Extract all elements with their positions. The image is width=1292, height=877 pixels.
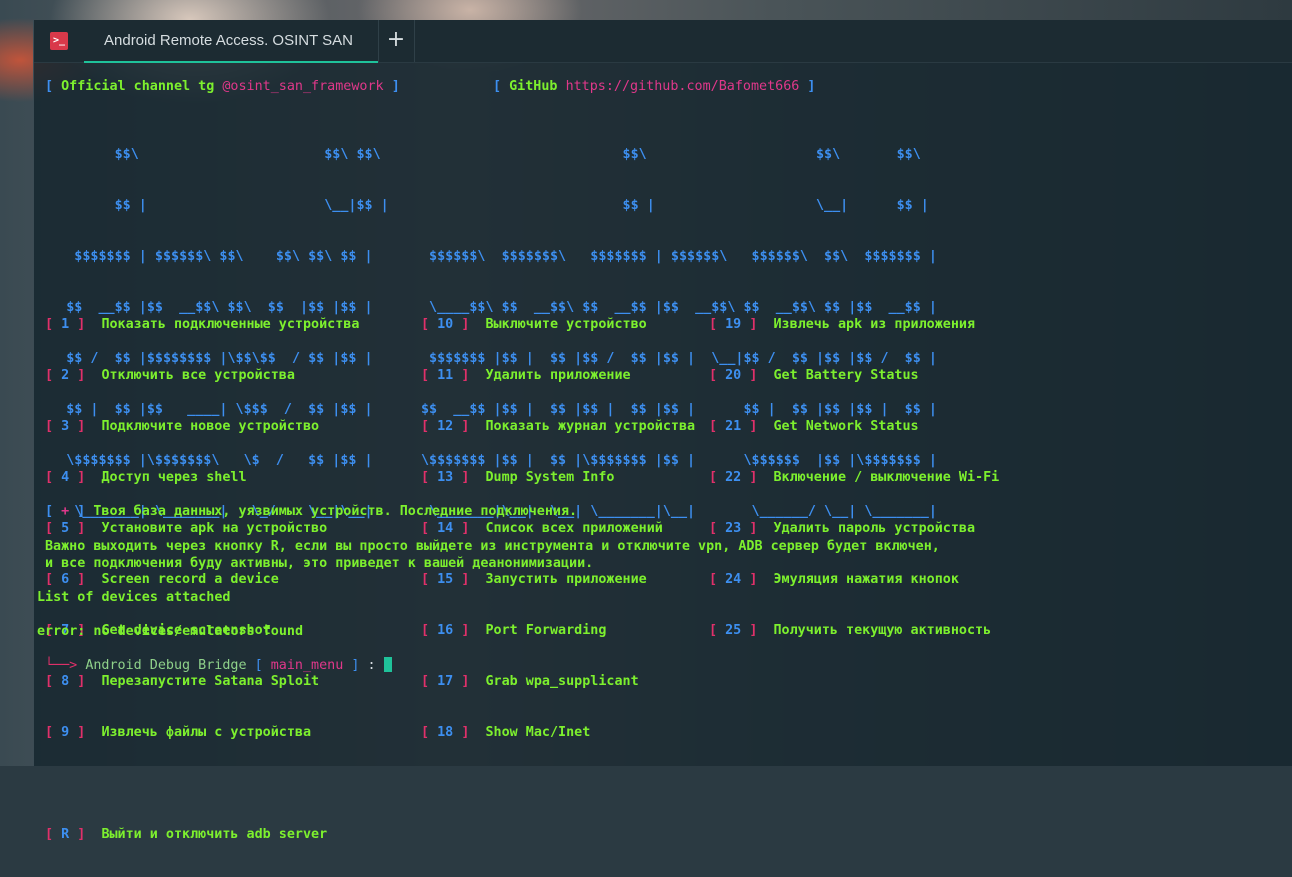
- bracket: ]: [391, 79, 400, 94]
- menu-item: [ 3 ] Подключите новое устройство: [45, 419, 320, 434]
- terminal-output[interactable]: [ Official channel tg @osint_san_framewo…: [34, 62, 1292, 842]
- shell-prompt[interactable]: └──> Android Debug Bridge [ main_menu ] …: [45, 657, 392, 674]
- terminal-app-icon[interactable]: >_: [50, 32, 68, 50]
- database-line: [ + ] Твоя база данных, уязвимых устройс…: [45, 504, 578, 519]
- plus-marker: +: [61, 504, 70, 519]
- menu-item: [ 12 ] Показать журнал устройства: [421, 419, 696, 434]
- channel-label: Official channel tg: [61, 79, 215, 94]
- menu-item: [ 2 ] Отключить все устройства: [45, 368, 295, 383]
- bracket: [: [493, 79, 502, 94]
- menu-item: [ 19 ] Извлечь apk из приложения: [709, 317, 976, 332]
- menu-item: [ 15 ] Запустить приложение: [421, 572, 647, 587]
- prompt-label: Android Debug Bridge: [85, 658, 247, 673]
- prompt-colon: :: [367, 658, 376, 673]
- new-tab-button[interactable]: +: [378, 20, 415, 62]
- header-line: [ Official channel tg @osint_san_framewo…: [45, 78, 400, 95]
- tab-title: Android Remote Access. OSINT SAN: [104, 32, 353, 49]
- menu-item: [ 18 ] Show Mac/Inet: [421, 725, 591, 740]
- menu-item-exit: [ R ] Выйти и отключить adb server: [45, 827, 328, 842]
- menu-item: [ 20 ] Get Battery Status: [709, 368, 919, 383]
- bracket: ]: [807, 79, 816, 94]
- banner-line: $$\ $$\ $$\ $$\ $$\ $$\: [34, 147, 929, 162]
- database-text: Твоя база данных, уязвимых устройств. По…: [93, 504, 578, 519]
- menu-item: [ 8 ] Перезапустите Satana Sploit: [45, 674, 320, 689]
- menu-item: [ 22 ] Включение / выключение Wi-Fi: [709, 470, 1000, 485]
- menu-item: [ 14 ] Список всех приложений: [421, 521, 663, 536]
- prompt-arrow: └──>: [45, 658, 78, 673]
- banner-line: $$$$$$$ | $$$$$$\ $$\ $$\ $$\ $$ | $$$$$…: [34, 249, 937, 264]
- menu-item: [ 16 ] Port Forwarding: [421, 623, 607, 638]
- menu-column-2: [ 10 ] Выключите устройство [ 11 ] Удали…: [421, 282, 695, 775]
- menu-item: [ 25 ] Получить текущую активность: [709, 623, 992, 638]
- tab-bar: >_ Android Remote Access. OSINT SAN +: [34, 20, 1292, 63]
- error-message: error: no devices/emulators found: [37, 624, 304, 639]
- menu-item: [ 5 ] Установите apk на устройство: [45, 521, 328, 536]
- bracket: ]: [351, 658, 360, 673]
- prompt-context: main_menu: [270, 658, 344, 673]
- text-cursor[interactable]: [383, 657, 392, 672]
- menu-item: [ 23 ] Удалить пароль устройства: [709, 521, 976, 536]
- menu-item: [ 11 ] Удалить приложение: [421, 368, 631, 383]
- menu-item: [ 1 ] Показать подключенные устройства: [45, 317, 360, 332]
- tab-active[interactable]: Android Remote Access. OSINT SAN: [84, 20, 379, 63]
- menu-item: [ 13 ] Dump System Info: [421, 470, 615, 485]
- github-label: GitHub: [509, 79, 558, 94]
- terminal-window: >_ Android Remote Access. OSINT SAN + [ …: [33, 20, 1292, 842]
- warning-line-2: и все подключения буду активны, это прив…: [45, 556, 594, 571]
- menu-item: [ 6 ] Screen record a device: [45, 572, 279, 587]
- github-url-link[interactable]: https://github.com/Bafomet666: [566, 79, 800, 94]
- menu-item: [ 21 ] Get Network Status: [709, 419, 919, 434]
- banner-line: $$ | \__|$$ | $$ | \__| $$ |: [34, 198, 929, 213]
- channel-handle-link[interactable]: @osint_san_framework: [222, 79, 383, 94]
- menu-item: [ 10 ] Выключите устройство: [421, 317, 647, 332]
- menu-column-3: [ 19 ] Извлечь apk из приложения [ 20 ] …: [709, 282, 999, 673]
- menu-item: [ 17 ] Grab wpa_supplicant: [421, 674, 639, 689]
- menu-column-1: [ 1 ] Показать подключенные устройства […: [45, 282, 359, 877]
- menu-item: [ 4 ] Доступ через shell: [45, 470, 247, 485]
- bracket: [: [254, 658, 263, 673]
- menu-item: [ 24 ] Эмуляция нажатия кнопок: [709, 572, 959, 587]
- github-line: [ GitHub https://github.com/Bafomet666 ]: [493, 78, 815, 95]
- bracket: [: [45, 79, 54, 94]
- devices-header: List of devices attached: [37, 590, 231, 605]
- menu-item: [ 9 ] Извлечь файлы с устройства: [45, 725, 312, 740]
- warning-line-1: Важно выходить через кнопку R, если вы п…: [45, 539, 940, 554]
